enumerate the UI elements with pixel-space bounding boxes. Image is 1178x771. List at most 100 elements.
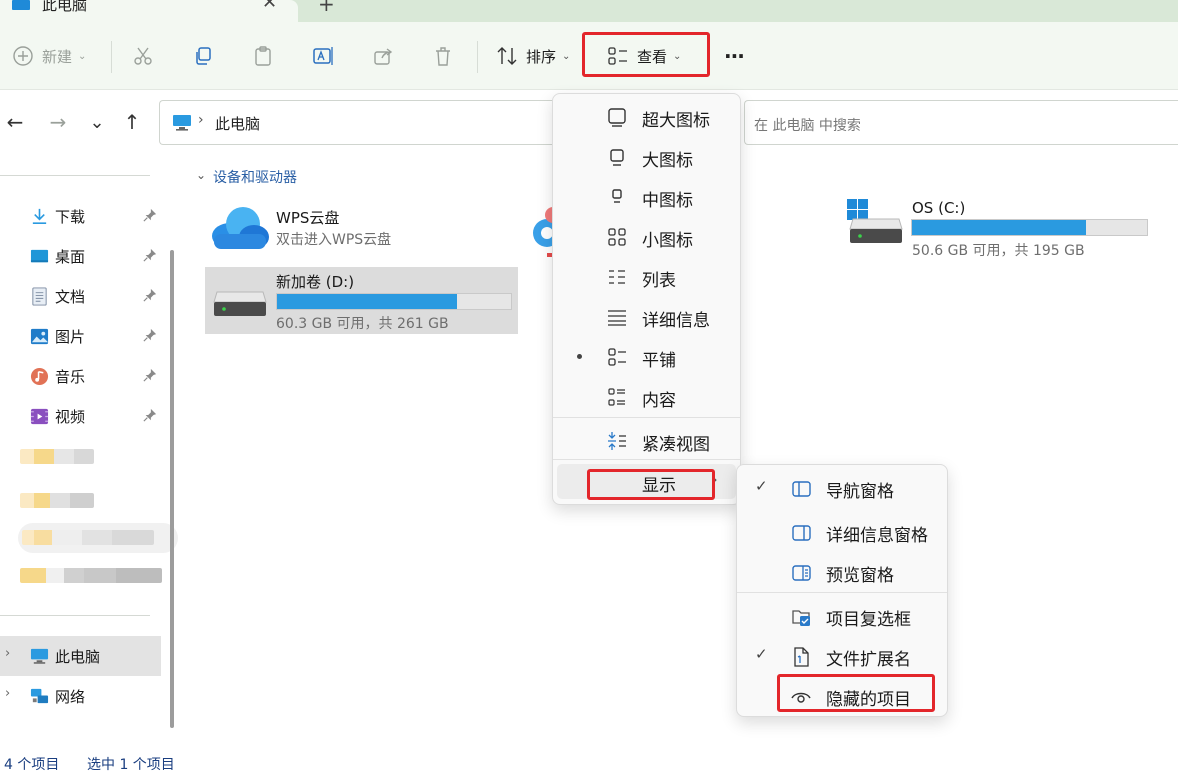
sidebar-item-label: 视频 bbox=[55, 408, 86, 426]
show-menu-item[interactable]: 项目复选框 bbox=[737, 596, 949, 636]
trash-icon bbox=[436, 47, 450, 66]
wps-cloud-item[interactable]: WPS云盘 双击进入WPS云盘 bbox=[205, 199, 525, 257]
sidebar-item-label: 网络 bbox=[55, 688, 86, 706]
blurred-item[interactable] bbox=[20, 568, 162, 583]
sidebar-scrollbar[interactable] bbox=[170, 250, 174, 728]
show-menu-item[interactable]: 详细信息窗格 bbox=[737, 512, 949, 552]
share-button[interactable] bbox=[372, 22, 394, 90]
view-menu-item[interactable]: 详细信息 bbox=[553, 297, 740, 337]
chevron-down-icon: ⌄ bbox=[89, 111, 105, 133]
new-button[interactable]: 新建 ⌄ bbox=[12, 22, 86, 90]
document-icon bbox=[32, 287, 47, 306]
show-menu-item[interactable]: 预览窗格 bbox=[737, 552, 949, 592]
divider bbox=[553, 417, 740, 418]
drive-name: 新加卷 (D:) bbox=[276, 273, 355, 291]
clipboard-icon bbox=[255, 46, 271, 66]
pin-icon bbox=[143, 288, 157, 302]
recent-locations-button[interactable]: ⌄ bbox=[84, 109, 110, 135]
tab-title: 此电脑 bbox=[42, 0, 88, 14]
menu-item-label: 中图标 bbox=[642, 191, 693, 211]
sort-button[interactable]: 排序 ⌄ bbox=[496, 22, 570, 90]
view-menu-item[interactable]: 中图标 bbox=[553, 177, 740, 217]
forward-button[interactable]: → bbox=[45, 109, 71, 135]
sidebar-item-this-pc[interactable]: › 此电脑 bbox=[0, 636, 161, 676]
section-title[interactable]: 设备和驱动器 bbox=[213, 167, 297, 187]
scissors-icon bbox=[134, 47, 152, 65]
highlight-view-button bbox=[582, 32, 710, 77]
close-icon[interactable]: ✕ bbox=[262, 0, 277, 13]
paste-button[interactable] bbox=[252, 22, 274, 90]
view-menu-item[interactable]: 小图标 bbox=[553, 217, 740, 257]
view-menu-item[interactable]: 大图标 bbox=[553, 137, 740, 177]
new-tab-button[interactable]: + bbox=[318, 0, 335, 16]
details-pane-icon bbox=[792, 525, 811, 541]
show-menu-item[interactable]: ✓ 文件扩展名 bbox=[737, 636, 949, 676]
sidebar-item-download[interactable]: 下载 bbox=[0, 196, 170, 236]
chevron-down-icon[interactable]: ⌄ bbox=[196, 168, 206, 182]
drive-usage-bar bbox=[276, 293, 512, 310]
large-icons-icon bbox=[610, 149, 624, 166]
copy-button[interactable] bbox=[192, 22, 214, 90]
more-button[interactable]: ··· bbox=[724, 22, 745, 90]
drive-c-item[interactable]: OS (C:) 50.6 GB 可用，共 195 GB bbox=[842, 193, 1162, 260]
sort-label: 排序 bbox=[526, 47, 557, 66]
drive-usage-fill bbox=[912, 220, 1086, 235]
view-menu-item[interactable]: 内容 bbox=[553, 377, 740, 417]
compact-view-icon bbox=[608, 432, 626, 450]
sidebar-item-video[interactable]: 视频 bbox=[0, 396, 170, 436]
sidebar-item-network[interactable]: › 网络 bbox=[0, 676, 170, 716]
menu-item-label: 大图标 bbox=[642, 151, 693, 171]
tiles-icon bbox=[608, 348, 626, 366]
cut-button[interactable] bbox=[132, 22, 154, 90]
plus-circle-icon bbox=[13, 46, 33, 66]
download-icon bbox=[32, 208, 47, 224]
more-icon: ··· bbox=[724, 44, 745, 68]
delete-button[interactable] bbox=[432, 22, 454, 90]
search-input[interactable]: 在 此电脑 中搜索 bbox=[744, 100, 1178, 145]
content-icon bbox=[608, 388, 625, 406]
drive-usage-fill bbox=[277, 294, 458, 309]
extra-large-icons-icon bbox=[608, 108, 626, 127]
drive-d-item[interactable]: 新加卷 (D:) 60.3 GB 可用，共 261 GB bbox=[205, 267, 518, 334]
breadcrumb-this-pc[interactable]: 此电脑 bbox=[215, 113, 260, 134]
sidebar-item-label: 下载 bbox=[55, 208, 86, 226]
address-bar[interactable]: › 此电脑 bbox=[159, 100, 554, 145]
selection-count: 选中 1 个项目 bbox=[87, 757, 175, 771]
drive-name: OS (C:) bbox=[912, 199, 966, 217]
sidebar-item-document[interactable]: 文档 bbox=[0, 276, 170, 316]
preview-pane-icon bbox=[792, 565, 811, 581]
sidebar-item-desktop[interactable]: 桌面 bbox=[0, 236, 170, 276]
sort-icon bbox=[497, 47, 517, 65]
sidebar-item-pictures[interactable]: 图片 bbox=[0, 316, 170, 356]
checkmark-icon: ✓ bbox=[755, 645, 768, 663]
menu-item-label: 小图标 bbox=[642, 231, 693, 251]
list-icon bbox=[609, 270, 625, 284]
view-menu-item[interactable]: 紧凑视图 bbox=[553, 421, 740, 461]
up-button[interactable]: ↑ bbox=[119, 109, 145, 135]
chevron-right-icon[interactable]: › bbox=[5, 646, 10, 661]
back-button[interactable]: ← bbox=[2, 109, 28, 135]
highlight-hidden-items bbox=[777, 674, 935, 712]
blurred-item[interactable] bbox=[20, 449, 94, 464]
view-menu-item[interactable]: 超大图标 bbox=[553, 97, 740, 137]
tab-this-pc[interactable]: 此电脑 ✕ bbox=[0, 0, 298, 22]
status-bar: 4 个项目 选中 1 个项目 bbox=[0, 751, 1178, 771]
blurred-item bbox=[22, 530, 154, 545]
divider bbox=[553, 459, 740, 460]
chevron-right-icon[interactable]: › bbox=[5, 686, 10, 701]
sidebar-item-music[interactable]: 音乐 bbox=[0, 356, 170, 396]
menu-item-label: 文件扩展名 bbox=[826, 650, 911, 670]
app-icon[interactable] bbox=[527, 199, 553, 259]
menu-item-label: 详细信息窗格 bbox=[826, 526, 928, 546]
divider bbox=[477, 41, 478, 73]
view-menu-item[interactable]: 列表 bbox=[553, 257, 740, 297]
file-extension-icon bbox=[794, 647, 809, 667]
view-menu-item[interactable]: 平铺 bbox=[553, 337, 740, 377]
small-icons-icon bbox=[608, 228, 626, 246]
show-menu-item[interactable]: ✓ 导航窗格 bbox=[737, 468, 949, 508]
rename-button[interactable] bbox=[312, 22, 334, 90]
video-icon bbox=[30, 408, 49, 425]
blurred-item[interactable] bbox=[20, 493, 94, 508]
item-checkbox-icon bbox=[792, 610, 810, 626]
monitor-icon bbox=[12, 0, 30, 10]
